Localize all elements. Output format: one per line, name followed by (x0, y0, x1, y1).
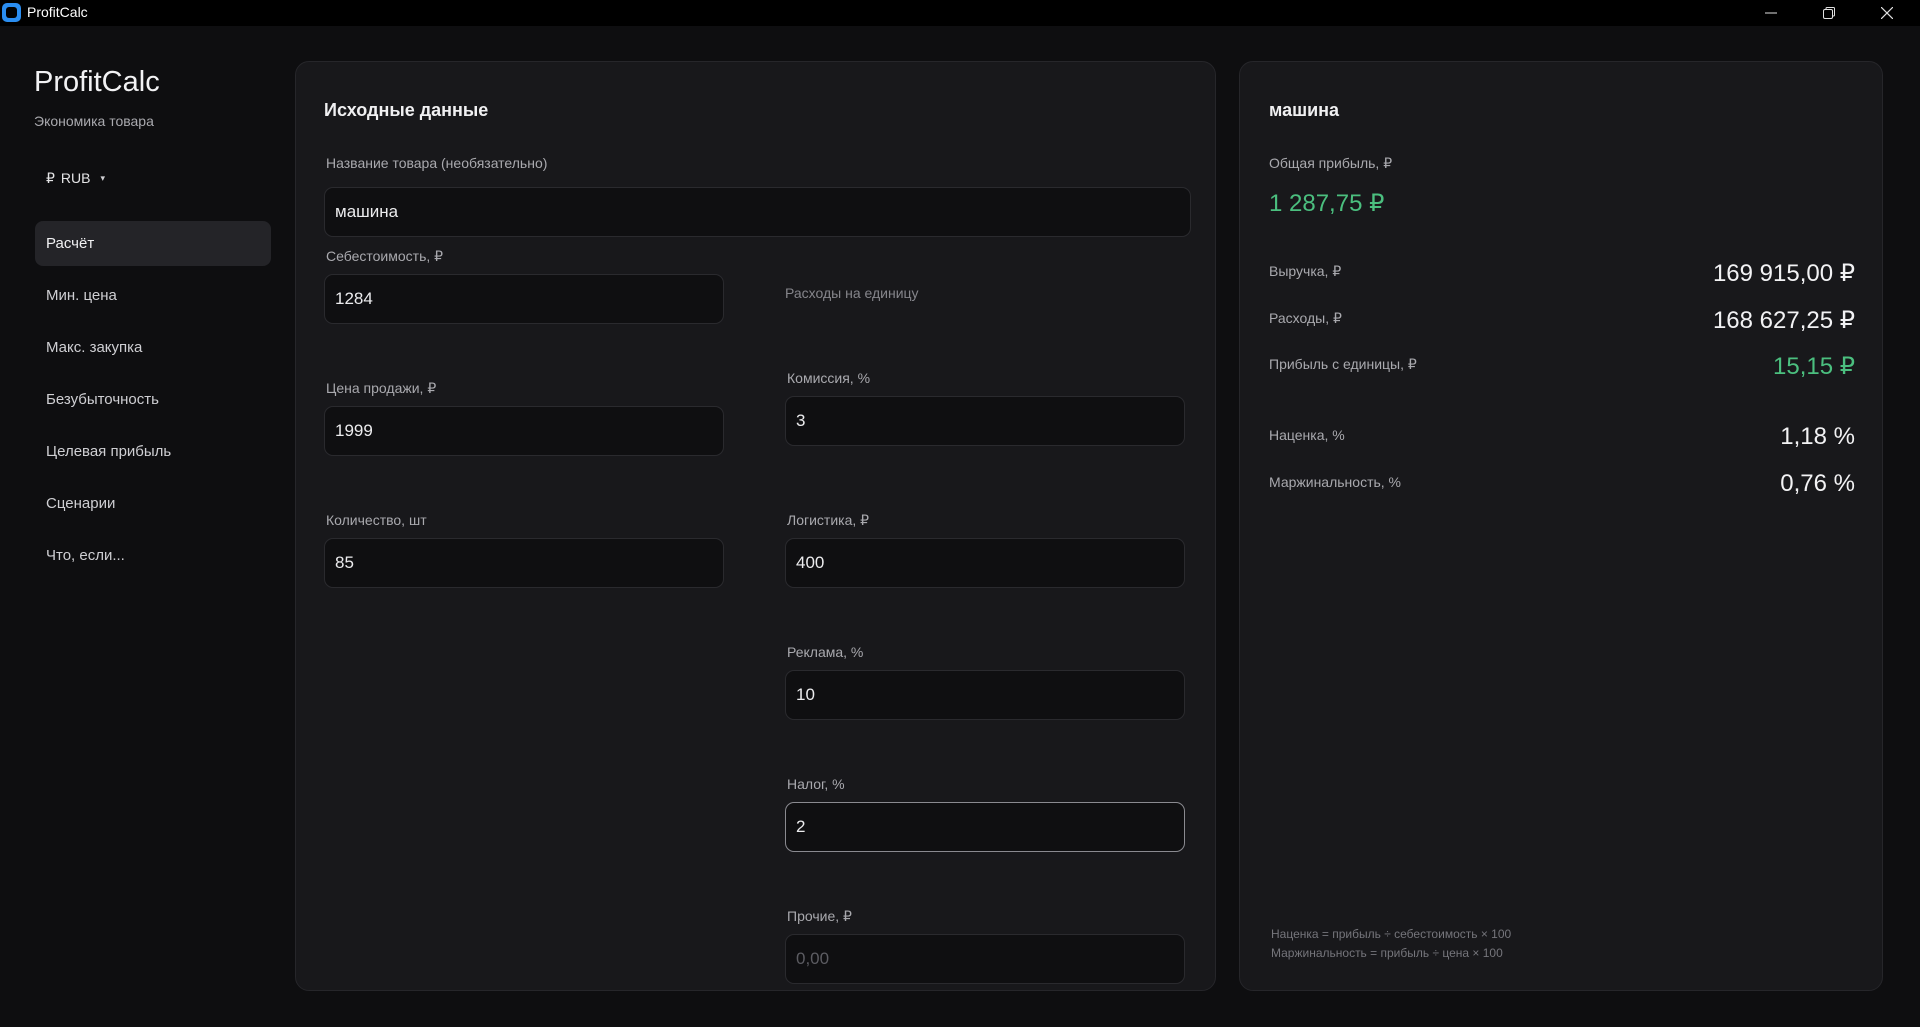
input-card: Исходные данные Название товара (необяза… (295, 61, 1216, 991)
price-label: Цена продажи, ₽ (326, 380, 437, 396)
close-button[interactable] (1859, 0, 1915, 26)
currency-code: RUB (60, 170, 91, 186)
caret-down-icon: ▾ (100, 172, 106, 183)
other-expenses-input[interactable] (785, 934, 1185, 984)
unit-profit-label: Прибыль с единицы, ₽ (1269, 356, 1417, 372)
revenue-label: Выручка, ₽ (1269, 263, 1342, 279)
margin-value: 0,76 % (1780, 470, 1855, 497)
minimize-button[interactable] (1743, 0, 1799, 26)
tax-input[interactable] (785, 802, 1185, 852)
expenses-value: 168 627,25 ₽ (1712, 307, 1855, 334)
formula-margin: Маржинальность = прибыль ÷ цена × 100 (1271, 946, 1503, 960)
minimize-icon (1765, 12, 1777, 14)
maximize-button[interactable] (1801, 0, 1857, 26)
expenses-label: Расходы, ₽ (1269, 310, 1342, 326)
result-card-title: машина (1269, 100, 1340, 120)
unit-profit-value: 15,15 ₽ (1773, 353, 1855, 380)
result-card: машина Общая прибыль, ₽ 1 287,75 ₽ Выруч… (1239, 61, 1883, 991)
markup-label: Наценка, % (1269, 427, 1345, 443)
ads-input[interactable] (785, 670, 1185, 720)
total-profit-label: Общая прибыль, ₽ (1269, 155, 1393, 171)
sidebar-item-scenarios[interactable]: Сценарии (35, 481, 271, 526)
app-subtitle: Экономика товара (34, 113, 154, 129)
quantity-label: Количество, шт (326, 512, 427, 528)
sidebar-item-target-profit[interactable]: Целевая прибыль (35, 429, 271, 474)
title-bar: ProfitCalc (0, 0, 1920, 26)
product-name-input[interactable] (324, 187, 1191, 237)
close-icon (1881, 7, 1893, 19)
sidebar-item-break-even[interactable]: Безубыточность (35, 377, 271, 422)
cost-input[interactable] (324, 274, 724, 324)
tax-label: Налог, % (787, 776, 845, 792)
app-icon (2, 3, 21, 22)
logistics-label: Логистика, ₽ (787, 512, 870, 528)
formula-markup: Наценка = прибыль ÷ себестоимость × 100 (1271, 927, 1512, 941)
commission-label: Комиссия, % (787, 370, 871, 386)
total-profit-value: 1 287,75 ₽ (1269, 190, 1385, 217)
restore-icon (1823, 7, 1835, 19)
product-name-label: Название товара (необязательно) (326, 155, 548, 171)
ads-label: Реклама, % (787, 644, 864, 660)
sidebar-item-max-purchase[interactable]: Макс. закупка (35, 325, 271, 370)
sidebar-item-min-price[interactable]: Мин. цена (35, 273, 271, 318)
cost-label: Себестоимость, ₽ (326, 248, 444, 264)
sidebar-item-calculation[interactable]: Расчёт (35, 221, 271, 266)
unit-expenses-heading: Расходы на единицу (785, 285, 919, 301)
margin-label: Маржинальность, % (1269, 474, 1402, 490)
markup-value: 1,18 % (1780, 423, 1855, 450)
app-title: ProfitCalc (34, 66, 160, 98)
input-card-title: Исходные данные (324, 100, 489, 120)
currency-selector[interactable]: ₽ RUB ▾ (34, 164, 117, 192)
logistics-input[interactable] (785, 538, 1185, 588)
window-title: ProfitCalc (27, 4, 88, 20)
sidebar-item-what-if[interactable]: Что, если... (35, 533, 271, 578)
price-input[interactable] (324, 406, 724, 456)
quantity-input[interactable] (324, 538, 724, 588)
other-expenses-label: Прочие, ₽ (787, 908, 852, 924)
revenue-value: 169 915,00 ₽ (1712, 260, 1855, 287)
sidebar-nav: Расчёт Мин. цена Макс. закупка Безубыточ… (35, 221, 271, 585)
currency-symbol: ₽ (46, 169, 55, 186)
commission-input[interactable] (785, 396, 1185, 446)
